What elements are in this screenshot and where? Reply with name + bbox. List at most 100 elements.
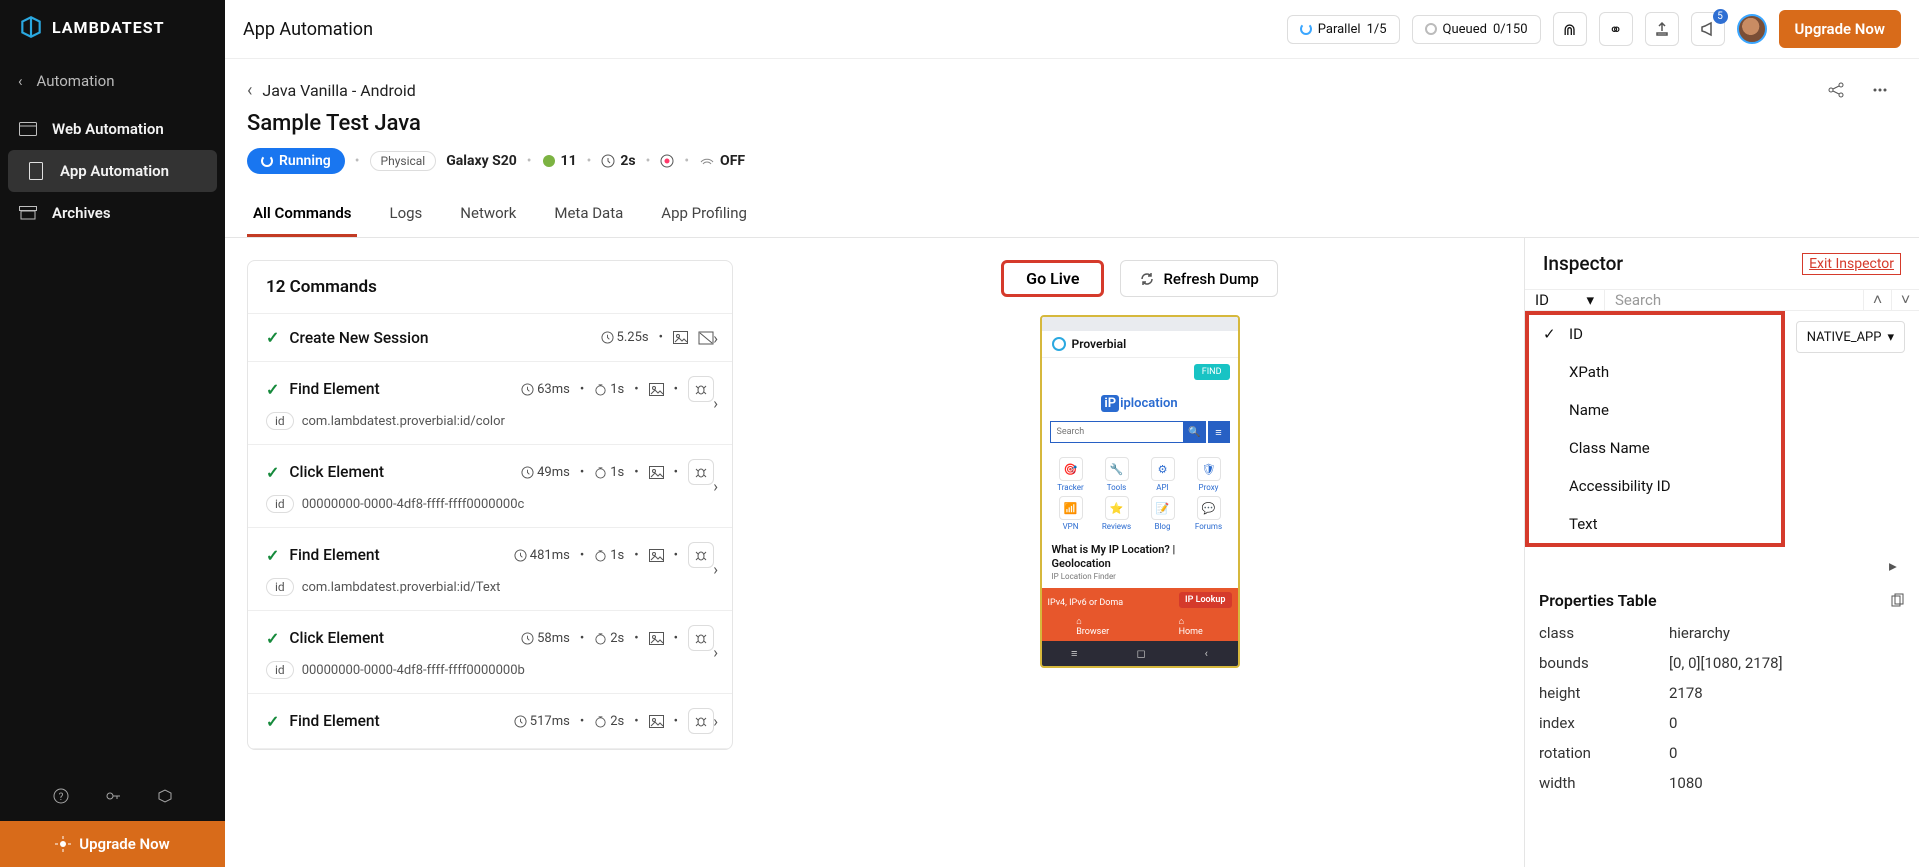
search-prev-button[interactable]: ˄ [1863,290,1891,310]
key-icon[interactable] [104,787,122,805]
sidebar-item-app-automation[interactable]: App Automation [8,150,217,192]
device-name: Galaxy S20 [446,153,517,169]
property-row: width1080 [1539,768,1905,798]
tab-all-commands[interactable]: All Commands [247,192,357,237]
chevron-right-icon: ▸ [1889,557,1905,575]
nav-menu-icon[interactable]: ≡ [1071,647,1077,660]
go-live-button[interactable]: Go Live [1001,260,1104,297]
command-item[interactable]: ✓Find Element 481ms• 1s••idcom.lambdates… [248,528,732,611]
chevron-right-icon: › [713,328,718,347]
chevron-left-icon: ‹ [18,72,23,90]
fingerprint-button[interactable]: ⋒ [1553,12,1587,46]
device-search-input[interactable] [1050,421,1184,443]
breadcrumb[interactable]: Java Vanilla - Android [262,81,415,100]
inspector-header: Inspector Exit Inspector [1525,238,1919,289]
dropdown-option[interactable]: Name [1529,391,1781,429]
device-preview[interactable]: Proverbial FIND iPiplocation 🔍 ≡ 🎯Tracke… [1040,315,1240,668]
help-icon[interactable]: ? [52,787,70,805]
parallel-pill[interactable]: Parallel 1/5 [1287,15,1400,44]
device-tab-home[interactable]: ⌂Home [1179,616,1203,637]
bug-icon[interactable] [688,708,714,734]
clock-icon: 58ms [521,631,570,646]
tab-app-profiling[interactable]: App Profiling [655,192,753,237]
device-grid-cell[interactable]: 🛡Proxy [1188,457,1230,492]
device-grid-cell[interactable]: 📶VPN [1050,496,1092,531]
command-item[interactable]: ✓Find Element 517ms• 2s••› [248,694,732,749]
device-statusbar [1042,317,1238,331]
logo[interactable]: LAMBDATEST [0,0,225,54]
check-icon: ✓ [266,546,279,565]
announce-button[interactable]: 5 [1691,12,1725,46]
cube-icon[interactable] [156,787,174,805]
queued-pill[interactable]: Queued 0/150 [1412,15,1541,44]
sidebar-item-web-automation[interactable]: Web Automation [0,108,225,150]
nav-back-icon[interactable]: ‹ [1205,647,1208,660]
command-item[interactable]: ✓Click Element 58ms• 2s••id00000000-0000… [248,611,732,694]
stopwatch-icon: 2s [594,714,624,729]
device-grid-cell[interactable]: 📝Blog [1142,496,1184,531]
dropdown-option[interactable]: Accessibility ID [1529,467,1781,505]
share-button[interactable] [1819,73,1853,107]
tab-logs[interactable]: Logs [383,192,428,237]
upgrade-button[interactable]: Upgrade Now [1779,10,1901,48]
device-grid-cell[interactable]: 🔧Tools [1096,457,1138,492]
search-icon[interactable]: 🔍 [1184,421,1206,443]
spinner-icon [261,155,273,167]
bug-icon[interactable] [688,542,714,568]
bug-icon[interactable] [688,459,714,485]
device-grid-cell[interactable]: 🎯Tracker [1050,457,1092,492]
device-grid-cell[interactable]: ⭐Reviews [1096,496,1138,531]
sidebar-footer: ? [0,771,225,821]
nav-back[interactable]: ‹ Automation [0,54,225,108]
tab-meta-data[interactable]: Meta Data [548,192,629,237]
selector-type-dropdown[interactable]: ID ▾ [1525,290,1605,310]
search-next-button[interactable]: ˅ [1891,290,1919,310]
context-dropdown[interactable]: NATIVE_APP ▾ [1796,321,1905,353]
upload-button[interactable] [1645,12,1679,46]
device-grid-cell[interactable]: 💬Forums [1188,496,1230,531]
tree-item[interactable]: ▸ [1539,553,1905,579]
chevron-right-icon: › [713,394,718,413]
nav-square-icon[interactable]: ◻ [1136,647,1145,660]
exit-inspector-link[interactable]: Exit Inspector [1802,253,1901,275]
command-item[interactable]: ✓Click Element 49ms• 1s••id00000000-0000… [248,445,732,528]
clock-icon [601,154,615,168]
dropdown-option[interactable]: XPath [1529,353,1781,391]
device-tab-browser[interactable]: ⌂Browser [1076,616,1109,637]
tab-network[interactable]: Network [454,192,522,237]
back-button[interactable]: ‹ [247,80,252,101]
bug-icon[interactable] [688,376,714,402]
refresh-dump-button[interactable]: Refresh Dump [1120,260,1277,297]
device-search-bar: 🔍 ≡ [1050,421,1230,443]
page-title: App Automation [243,19,373,40]
clock-icon: 63ms [521,382,570,397]
ip-lookup-button[interactable]: IP Lookup [1179,592,1232,608]
sparkle-icon [55,836,71,852]
chevron-down-icon: ▾ [1586,291,1594,309]
properties-table: classhierarchybounds[0, 0][1080, 2178]he… [1525,618,1919,812]
copy-icon[interactable] [1889,593,1905,609]
find-button[interactable]: FIND [1194,364,1230,380]
dropdown-option[interactable]: Class Name [1529,429,1781,467]
check-icon: ✓ [266,712,279,731]
bug-icon[interactable] [688,625,714,651]
tree-area: ▸ [1525,553,1919,579]
link-button[interactable]: ⚭ [1599,12,1633,46]
device-grid-cell[interactable]: ⚙API [1142,457,1184,492]
sidebar-item-archives[interactable]: Archives [0,192,225,234]
menu-icon[interactable]: ≡ [1208,421,1230,443]
sidebar-upgrade-button[interactable]: Upgrade Now [0,821,225,867]
android-icon [542,154,556,168]
more-button[interactable] [1863,73,1897,107]
dropdown-option[interactable]: Text [1529,505,1781,543]
clock-icon: 481ms [514,548,570,563]
selector-dropdown-menu: IDXPathNameClass NameAccessibility IDTex… [1525,311,1785,547]
command-item[interactable]: ✓Find Element 63ms• 1s••idcom.lambdatest… [248,362,732,445]
app-icon [1052,337,1066,351]
avatar[interactable] [1737,14,1767,44]
inspector-search-input[interactable] [1605,290,1863,310]
command-item[interactable]: ✓Create New Session 5.25s•› [248,314,732,362]
commands-list[interactable]: ✓Create New Session 5.25s•›✓Find Element… [248,314,732,749]
command-name: Click Element [289,629,511,647]
dropdown-option[interactable]: ID [1529,315,1781,353]
